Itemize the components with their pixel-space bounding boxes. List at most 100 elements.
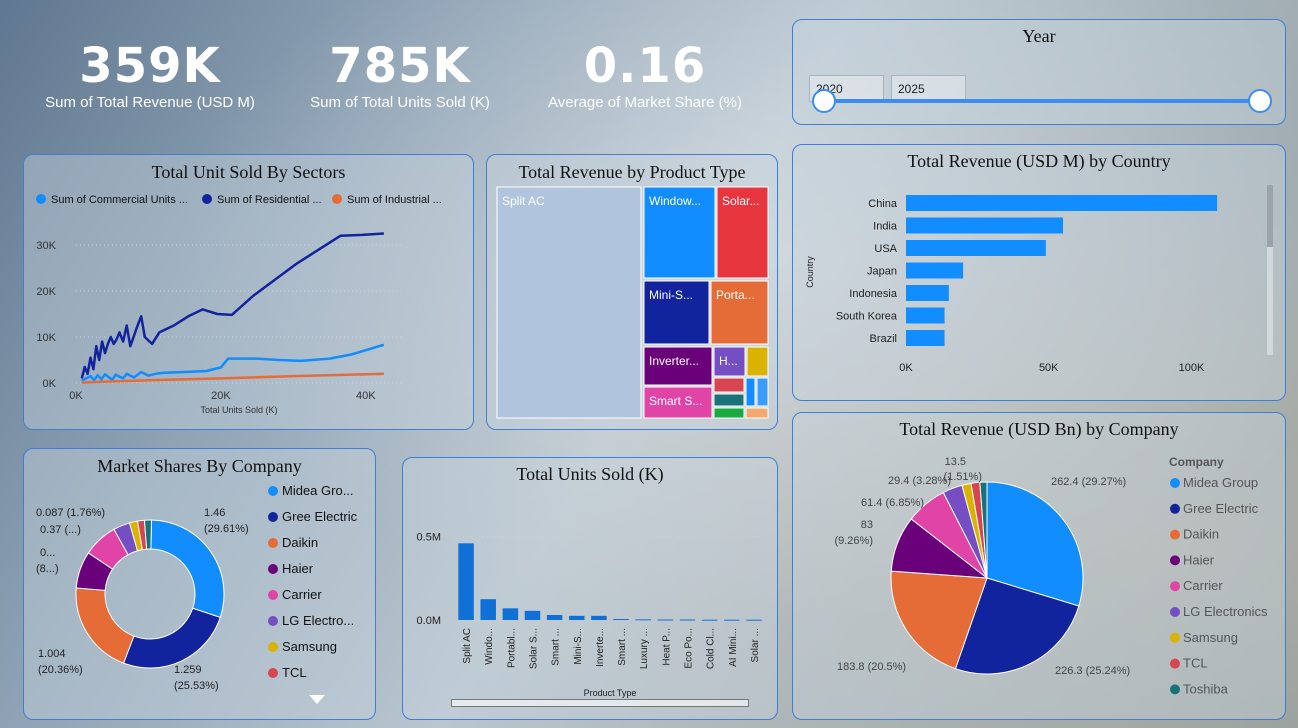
kpi-value: 785K [329,38,471,94]
panel-revenue-by-country: Total Revenue (USD M) by Country China In… [792,144,1286,401]
treemap-tile [713,377,745,393]
panel-revenue-by-company: Total Revenue (USD Bn) by Company 262.4 … [792,412,1286,720]
bar [724,619,740,621]
treemap-label: Porta... [716,288,755,302]
bar [591,615,607,620]
category-label: Smart ... [617,628,628,666]
legend-dot [268,486,278,496]
category-label: Windo... [484,628,495,665]
category-label: Heat P... [661,628,672,666]
legend-dot [1170,607,1180,617]
bar [906,240,1046,256]
x-tick-label: 0K [69,390,83,402]
legend-dot [268,538,278,548]
line-chart: 0K 10K 20K 30K 0K 20K 40K Total Units Sold (K) [36,232,402,415]
legend-dot [268,590,278,600]
legend-label: Daikin [282,535,318,550]
bar [458,543,474,620]
bar [524,610,541,620]
kpi-market-share: 0.16 Average of Market Share (%) [530,40,760,111]
y-tick-label: 20K [36,286,56,298]
treemap-label: Split AC [502,194,545,208]
bar [906,195,1218,211]
bar [613,619,629,620]
treemap-chart: Split AC Window... Solar... Mini-S... Porta.… [496,186,769,419]
y-tick-label: 0K [43,378,57,390]
data-label: 1.004 [38,648,66,660]
year-slicer: Year 2020 2025 [792,19,1286,125]
data-label: (1.51%) [943,471,982,483]
data-label: 0... [40,547,55,559]
units-bar-chart: 0.0M 0.5M Split AC Windo... Portabl... Solar … [417,532,765,698]
bar [569,615,585,620]
category-label: Cold Cl... [706,628,717,669]
bar [906,285,949,301]
pie-chart: 262.4 (29.27%) 226.3 (25.24%) 183.8 (20.5%… [834,455,1268,696]
category-label: Inverte... [595,628,606,667]
y-tick-label: 30K [36,240,56,252]
data-label: 183.8 (20.5%) [837,661,906,673]
data-label: (25.53%) [174,680,219,692]
data-label: (9.26%) [834,535,873,547]
panel-revenue-by-product: Total Revenue by Product Type Split AC Wi… [486,154,778,430]
scrollbar-thumb[interactable] [1267,185,1273,247]
kpi-value: 359K [79,38,221,94]
category-label: Portabl... [506,628,517,668]
legend-label: Carrier [1183,578,1223,593]
treemap-tile [745,407,769,419]
slider-handle-end[interactable] [1248,89,1272,113]
category-label: South Korea [836,311,898,323]
treemap-label: Inverter... [649,354,699,368]
data-label: 0.37 (...) [40,524,81,536]
category-label: India [873,221,898,233]
treemap-tile [713,393,745,407]
data-label: (29.61%) [204,523,249,535]
legend-dot [1170,658,1180,669]
bar [546,615,563,620]
legend-label: Midea Gro... [282,483,354,498]
treemap-label: H... [719,354,738,368]
legend-dot [1170,581,1180,592]
bar [906,217,1063,234]
data-label: 226.3 (25.24%) [1055,665,1130,677]
category-label: AI Mini... [728,628,739,667]
country-bar-chart: China India USA Japan Indonesia South Korea Br… [805,195,1218,374]
legend-label: Carrier [282,587,322,602]
x-axis-title: Total Units Sold (K) [200,405,277,415]
data-label: (20.36%) [38,664,83,676]
data-label: 61.4 (6.85%) [861,497,924,509]
legend-label: Midea Group [1183,475,1258,490]
bar [746,619,762,621]
kpi-label: Sum of Total Units Sold (K) [310,94,490,111]
donut-chart: 1.46 (29.61%) 1.259 (25.53%) 1.004 (20.36%) 0.… [36,483,358,692]
panel-total-units-sold: Total Units Sold (K) 0.0M 0.5M Split AC Win… [402,457,778,720]
legend-label: Gree Electric [1183,501,1259,516]
year-to-input[interactable]: 2025 [891,75,966,102]
legend-label: Samsung [1183,630,1238,645]
x-tick-label: 0K [899,362,913,374]
legend-label: Gree Electric [282,509,358,524]
legend-dot [268,564,278,574]
category-label: Solar S... [529,628,540,669]
horizontal-scrollbar[interactable] [451,699,749,707]
category-label: Split AC [462,628,473,664]
category-label: Solar ... [750,628,761,662]
legend-dot [268,616,278,626]
kpi-total-revenue: 359K Sum of Total Revenue (USD M) [30,40,270,111]
panel-market-shares: Market Shares By Company 1.46 (29.61%) 1.2… [23,448,376,720]
category-label: Japan [867,266,897,278]
data-label: (8...) [36,563,59,575]
slider-track[interactable] [825,99,1259,103]
legend-scroll-down-icon[interactable] [309,695,325,704]
y-tick-label: 0.5M [417,532,441,544]
data-label: 13.5 [945,456,966,468]
slider-handle-start[interactable] [812,89,836,113]
kpi-label: Average of Market Share (%) [548,94,742,111]
y-tick-label: 10K [36,332,56,344]
kpi-label: Sum of Total Revenue (USD M) [45,94,255,111]
legend-dot [268,642,278,652]
x-tick-label: 50K [1039,362,1059,374]
scrollbar[interactable] [1267,185,1273,355]
treemap-label: Window... [649,194,701,208]
legend-label: LG Electro... [282,613,354,628]
